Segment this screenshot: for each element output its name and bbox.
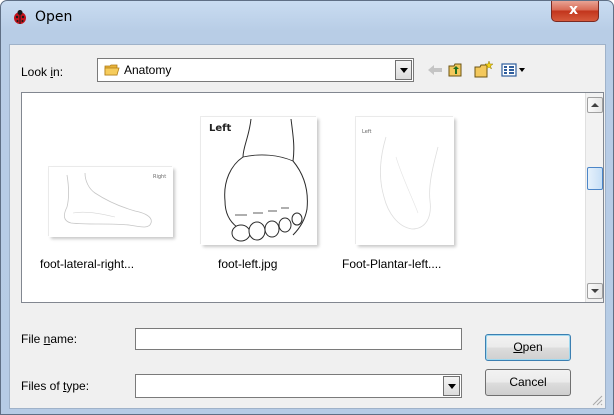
- cancel-button[interactable]: Cancel: [485, 369, 571, 396]
- scroll-down-icon[interactable]: [587, 283, 603, 299]
- file-thumbnail: Left: [201, 117, 317, 245]
- scroll-thumb[interactable]: [587, 167, 603, 190]
- look-in-dropdown[interactable]: Anatomy: [97, 58, 414, 82]
- cancel-label: Cancel: [509, 375, 547, 389]
- chevron-down-icon[interactable]: [443, 376, 460, 396]
- file-thumbnail: Right: [49, 167, 173, 237]
- chevron-down-icon[interactable]: [395, 60, 412, 80]
- back-arrow-icon[interactable]: [424, 60, 446, 80]
- file-name-label: foot-lateral-right...: [40, 257, 135, 271]
- look-in-label-suffix: n:: [53, 65, 64, 79]
- close-button[interactable]: x: [551, 1, 599, 22]
- window-title: Open: [35, 9, 73, 25]
- open-dialog: Open x Look in: Anatomy Right foot-later…: [0, 0, 614, 415]
- scroll-up-icon[interactable]: [587, 97, 603, 113]
- ladybug-app-icon: [14, 10, 26, 24]
- up-folder-icon[interactable]: [446, 60, 468, 80]
- file-name-label: File name:: [21, 332, 77, 346]
- file-name-input[interactable]: [135, 328, 462, 350]
- file-name-label-text: File: [21, 332, 44, 346]
- thumb-caption: Right: [153, 174, 166, 180]
- file-item[interactable]: Right foot-lateral-right...: [40, 93, 180, 302]
- file-item[interactable]: Left foot-left.jpg: [201, 93, 321, 302]
- folder-icon: [104, 64, 120, 76]
- files-of-type-label-text: Files of: [21, 379, 64, 393]
- dialog-body: Look in: Anatomy Right foot-lateral-righ…: [9, 44, 606, 409]
- files-of-type-label-suffix: ype:: [66, 379, 90, 393]
- open-mnemonic: O: [513, 340, 523, 354]
- new-folder-icon[interactable]: [473, 60, 495, 80]
- resize-grip-icon[interactable]: [591, 394, 603, 406]
- open-button[interactable]: Open: [485, 334, 571, 361]
- view-menu-icon[interactable]: [500, 60, 528, 80]
- look-in-value: Anatomy: [124, 63, 172, 77]
- look-in-label-text: Look: [21, 65, 51, 79]
- file-name-label: Foot-Plantar-left....: [342, 257, 442, 271]
- file-name-label: foot-left.jpg: [218, 257, 278, 271]
- look-in-label: Look in:: [21, 65, 63, 79]
- file-thumbnail: Left: [356, 117, 454, 245]
- thumb-caption: Left: [362, 129, 371, 135]
- file-list-view[interactable]: Right foot-lateral-right... Left foot-le…: [21, 92, 604, 303]
- thumb-caption: Left: [209, 123, 232, 134]
- vertical-scrollbar[interactable]: [585, 93, 603, 302]
- files-of-type-dropdown[interactable]: [135, 374, 462, 398]
- open-label: pen: [522, 340, 543, 354]
- title-bar[interactable]: Open x: [1, 1, 613, 34]
- files-of-type-label: Files of type:: [21, 379, 89, 393]
- file-name-label-suffix: ame:: [50, 332, 78, 346]
- close-icon: x: [569, 2, 579, 18]
- file-item[interactable]: Left Foot-Plantar-left....: [342, 93, 482, 302]
